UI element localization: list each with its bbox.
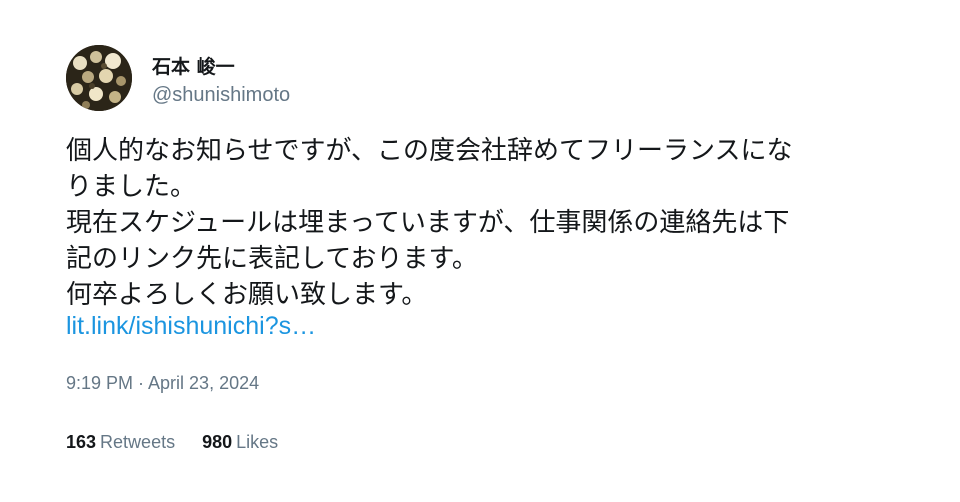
retweets-label: Retweets xyxy=(100,432,176,452)
avatar-image xyxy=(66,45,132,111)
tweet-link[interactable]: lit.link/ishishunichi?s… xyxy=(66,312,316,341)
author-display-name[interactable]: 石本 峻一 xyxy=(152,52,235,79)
tweet-text-line: 何卒よろしくお願い致します。 xyxy=(66,280,428,310)
tweet-card: 石本 峻一 @shunishimoto 個人的なお知らせですが、この度会社辞めて… xyxy=(0,0,960,502)
tweet-text-line: 個人的なお知らせですが、この度会社辞めてフリーランスにな xyxy=(66,136,793,166)
likes-count: 980 xyxy=(202,432,233,452)
likes-stat[interactable]: 980 Likes xyxy=(202,432,278,452)
tweet-timestamp[interactable]: 9:19 PM · April 23, 2024 xyxy=(66,373,259,394)
author-handle[interactable]: @shunishimoto xyxy=(152,84,290,107)
tweet-stats: 163 Retweets 980 Likes xyxy=(66,432,300,453)
tweet-text-line: 記のリンク先に表記しております。 xyxy=(66,244,478,274)
profile-avatar[interactable] xyxy=(66,45,132,111)
tweet-text-line: 現在スケジュールは埋まっていますが、仕事関係の連絡先は下 xyxy=(66,208,790,238)
likes-label: Likes xyxy=(236,432,279,452)
tweet-text: 個人的なお知らせですが、この度会社辞めてフリーランスにな りました。 現在スケジ… xyxy=(66,133,886,313)
retweets-stat[interactable]: 163 Retweets xyxy=(66,432,180,452)
tweet-text-line: りました。 xyxy=(66,172,197,202)
retweets-count: 163 xyxy=(66,432,97,452)
